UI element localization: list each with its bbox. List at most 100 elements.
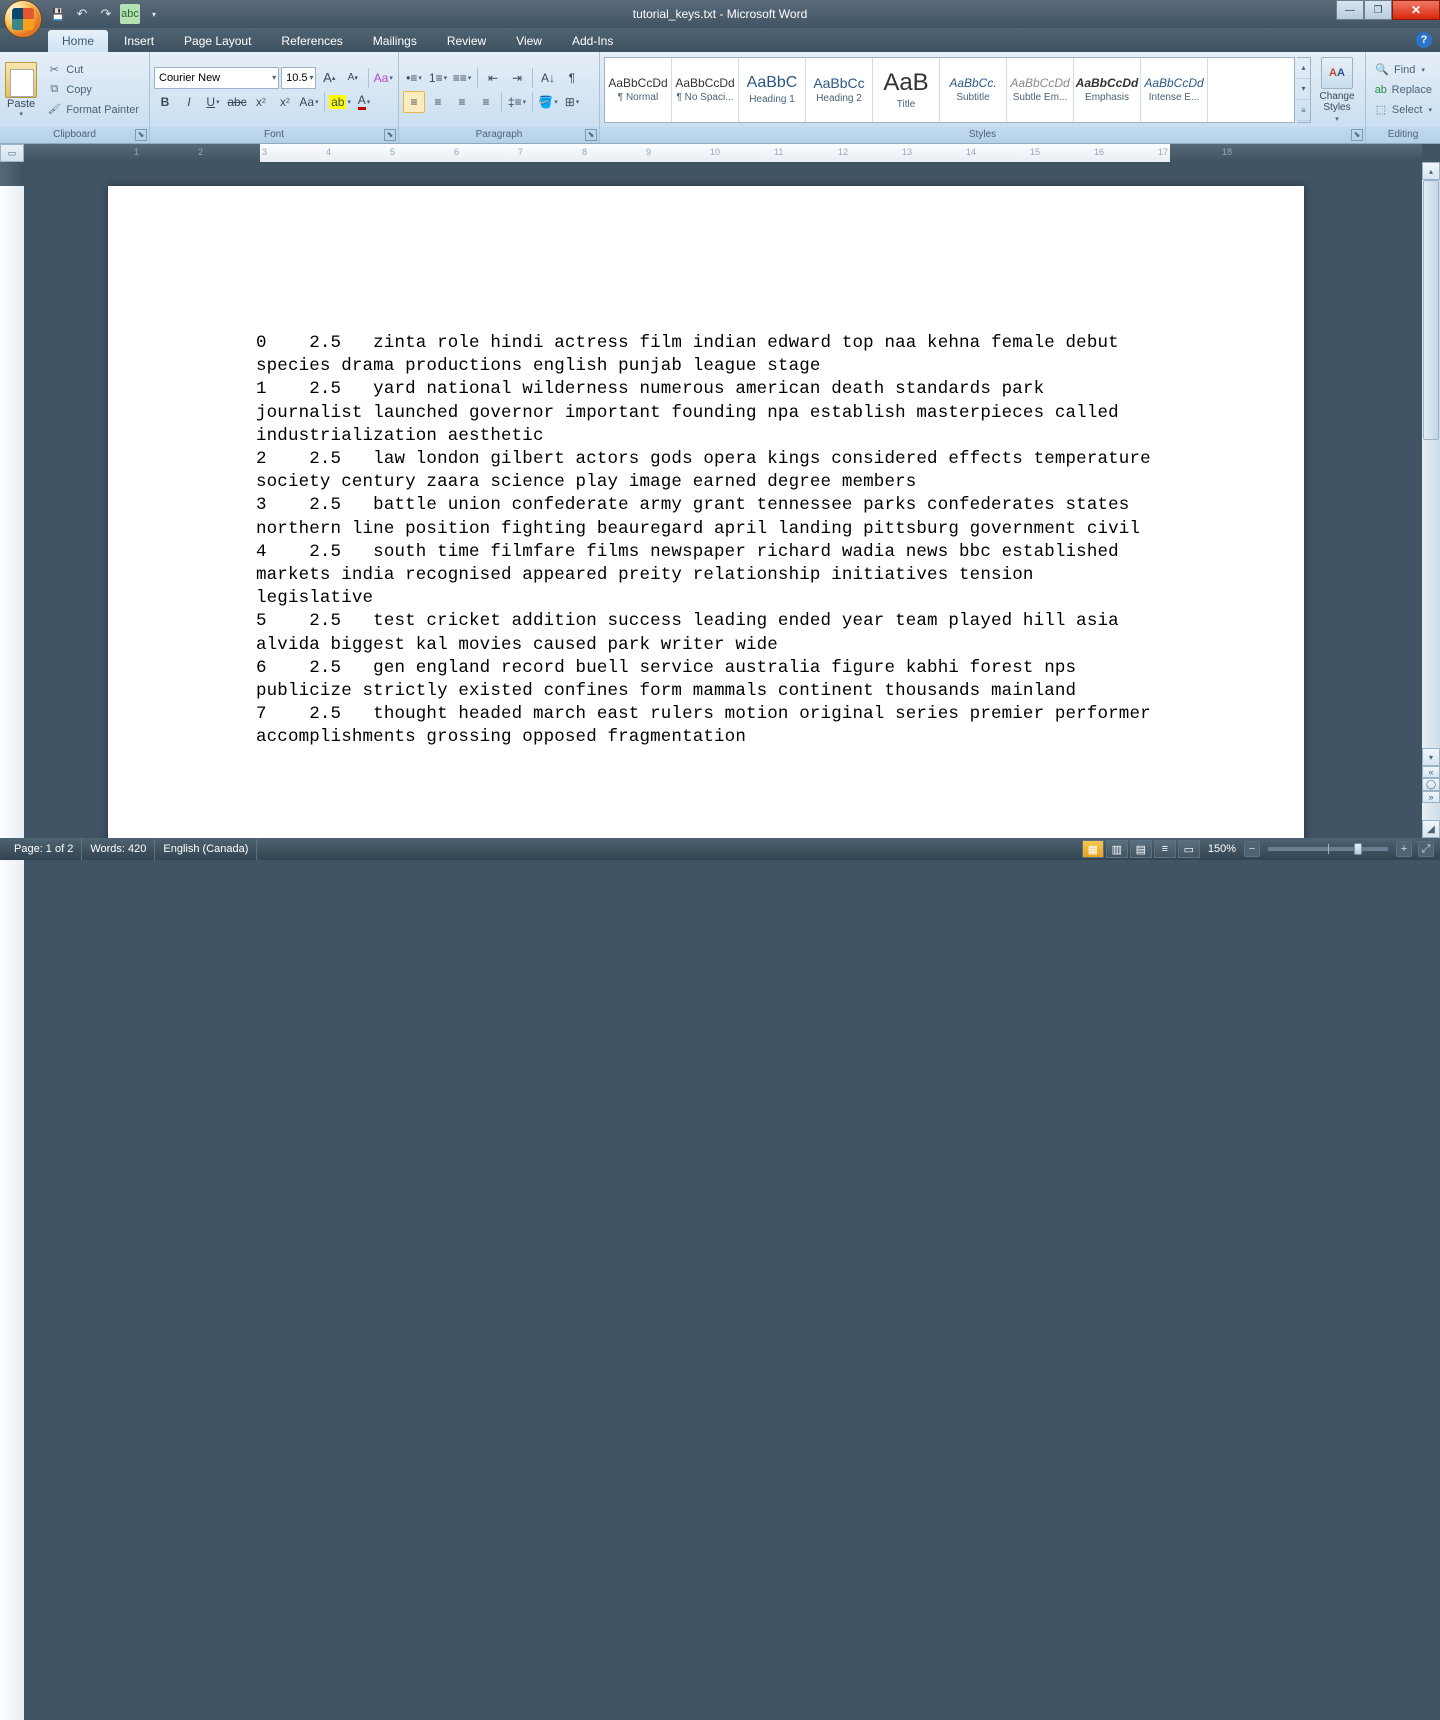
view-outline-icon[interactable]: ≡: [1154, 840, 1176, 858]
paste-button[interactable]: Paste: [7, 98, 35, 110]
copy-button[interactable]: Copy: [44, 81, 141, 99]
change-case-icon[interactable]: Aa: [298, 91, 320, 113]
tab-insert[interactable]: Insert: [110, 30, 168, 52]
prev-page-icon[interactable]: «: [1422, 766, 1440, 778]
minimize-button[interactable]: —: [1336, 0, 1364, 20]
save-icon[interactable]: [48, 4, 68, 24]
view-print-layout-icon[interactable]: ▦: [1082, 840, 1104, 858]
ruler-corner[interactable]: ▭: [0, 144, 24, 162]
status-page[interactable]: Page: 1 of 2: [6, 838, 82, 860]
status-words[interactable]: Words: 420: [82, 838, 155, 860]
style-item-4[interactable]: AaBTitle: [873, 58, 940, 122]
align-left-icon[interactable]: ≡: [403, 91, 425, 113]
strikethrough-button[interactable]: abc: [226, 91, 248, 113]
vertical-ruler[interactable]: [0, 162, 24, 838]
scroll-thumb[interactable]: [1423, 180, 1439, 440]
line-spacing-icon[interactable]: ‡≡: [506, 91, 528, 113]
zoom-slider[interactable]: [1268, 847, 1388, 851]
vertical-scrollbar[interactable]: ▴ « ◯ » ▾: [1422, 162, 1440, 820]
format-painter-button[interactable]: Format Painter: [44, 101, 141, 119]
borders-icon[interactable]: ⊞: [561, 91, 583, 113]
browse-object-icon[interactable]: ◯: [1422, 778, 1440, 791]
redo-icon[interactable]: [96, 4, 116, 24]
gallery-more-icon[interactable]: ≡: [1297, 100, 1310, 121]
tab-mailings[interactable]: Mailings: [359, 30, 431, 52]
italic-button[interactable]: I: [178, 91, 200, 113]
next-page-icon[interactable]: »: [1422, 791, 1440, 803]
paragraph-launcher-icon[interactable]: ⬊: [585, 129, 597, 141]
style-item-6[interactable]: AaBbCcDdSubtle Em...: [1007, 58, 1074, 122]
find-button[interactable]: 🔍Find▾: [1372, 61, 1434, 79]
highlight-color-icon[interactable]: ab: [329, 91, 351, 113]
tab-add-ins[interactable]: Add-Ins: [558, 30, 627, 52]
tab-home[interactable]: Home: [48, 30, 108, 52]
style-item-8[interactable]: AaBbCcDdIntense E...: [1141, 58, 1208, 122]
document-viewport[interactable]: 0 2.5 zinta role hindi actress film indi…: [24, 162, 1422, 838]
document-body[interactable]: 0 2.5 zinta role hindi actress film indi…: [108, 186, 1304, 790]
gallery-down-icon[interactable]: ▾: [1297, 79, 1310, 100]
undo-icon[interactable]: [72, 4, 92, 24]
view-web-layout-icon[interactable]: ▤: [1130, 840, 1152, 858]
multilevel-list-icon[interactable]: ≡≡: [451, 67, 473, 89]
grow-font-icon[interactable]: A▴: [318, 67, 340, 89]
qat-more-icon[interactable]: ▾: [144, 4, 164, 24]
font-launcher-icon[interactable]: ⬊: [384, 129, 396, 141]
superscript-button[interactable]: x2: [274, 91, 296, 113]
style-gallery[interactable]: AaBbCcDd¶ NormalAaBbCcDd¶ No Spaci...AaB…: [604, 57, 1295, 123]
gallery-up-icon[interactable]: ▴: [1297, 58, 1310, 79]
clear-formatting-icon[interactable]: Aa: [372, 67, 394, 89]
show-marks-icon[interactable]: ¶: [561, 67, 583, 89]
view-full-screen-icon[interactable]: ▥: [1106, 840, 1128, 858]
close-button[interactable]: ✕: [1392, 0, 1440, 20]
style-item-3[interactable]: AaBbCcHeading 2: [806, 58, 873, 122]
zoom-fit-icon[interactable]: ⤢: [1418, 841, 1434, 857]
font-color-icon[interactable]: A: [353, 91, 375, 113]
numbering-icon[interactable]: 1≡: [427, 67, 449, 89]
sort-icon[interactable]: A↓: [537, 67, 559, 89]
tab-references[interactable]: References: [267, 30, 356, 52]
styles-launcher-icon[interactable]: ⬊: [1351, 129, 1363, 141]
align-center-icon[interactable]: ≡: [427, 91, 449, 113]
underline-button[interactable]: U: [202, 91, 224, 113]
style-item-2[interactable]: AaBbCHeading 1: [739, 58, 806, 122]
paste-dropdown-icon[interactable]: ▾: [19, 110, 23, 118]
paste-icon[interactable]: [5, 62, 37, 98]
zoom-out-button[interactable]: −: [1244, 841, 1260, 857]
clipboard-launcher-icon[interactable]: ⬊: [135, 129, 147, 141]
shrink-font-icon[interactable]: A▾: [342, 67, 364, 89]
subscript-button[interactable]: x2: [250, 91, 272, 113]
increase-indent-icon[interactable]: ⇥: [506, 67, 528, 89]
font-size-combo[interactable]: 10.5▾: [281, 67, 316, 89]
zoom-level[interactable]: 150%: [1208, 843, 1236, 855]
style-item-5[interactable]: AaBbCc.Subtitle: [940, 58, 1007, 122]
resize-corner-icon[interactable]: ◢: [1422, 820, 1440, 838]
align-right-icon[interactable]: ≡: [451, 91, 473, 113]
zoom-in-button[interactable]: +: [1396, 841, 1412, 857]
replace-button[interactable]: abReplace: [1372, 81, 1434, 99]
tab-page-layout[interactable]: Page Layout: [170, 30, 265, 52]
status-language[interactable]: English (Canada): [155, 838, 257, 860]
office-button[interactable]: [4, 0, 42, 38]
style-item-7[interactable]: AaBbCcDdEmphasis: [1074, 58, 1141, 122]
help-icon[interactable]: ?: [1416, 32, 1432, 48]
spellcheck-icon[interactable]: abc: [120, 4, 140, 24]
decrease-indent-icon[interactable]: ⇤: [482, 67, 504, 89]
shading-icon[interactable]: 🪣: [537, 91, 559, 113]
style-item-1[interactable]: AaBbCcDd¶ No Spaci...: [672, 58, 739, 122]
select-button[interactable]: ⬚Select▾: [1372, 101, 1434, 119]
tab-view[interactable]: View: [502, 30, 556, 52]
maximize-button[interactable]: ❐: [1364, 0, 1392, 20]
view-draft-icon[interactable]: ▭: [1178, 840, 1200, 858]
style-item-0[interactable]: AaBbCcDd¶ Normal: [605, 58, 672, 122]
bold-button[interactable]: B: [154, 91, 176, 113]
horizontal-ruler[interactable]: 123456789101112131415161718: [24, 144, 1422, 162]
font-name-combo[interactable]: Courier New▾: [154, 67, 279, 89]
scroll-up-icon[interactable]: ▴: [1422, 162, 1440, 180]
zoom-knob[interactable]: [1354, 843, 1362, 855]
cut-button[interactable]: Cut: [44, 61, 141, 79]
justify-icon[interactable]: ≡: [475, 91, 497, 113]
scroll-down-icon[interactable]: ▾: [1422, 748, 1440, 766]
change-styles-button[interactable]: AA Change Styles ▾: [1313, 55, 1361, 125]
tab-review[interactable]: Review: [433, 30, 500, 52]
bullets-icon[interactable]: •≡: [403, 67, 425, 89]
